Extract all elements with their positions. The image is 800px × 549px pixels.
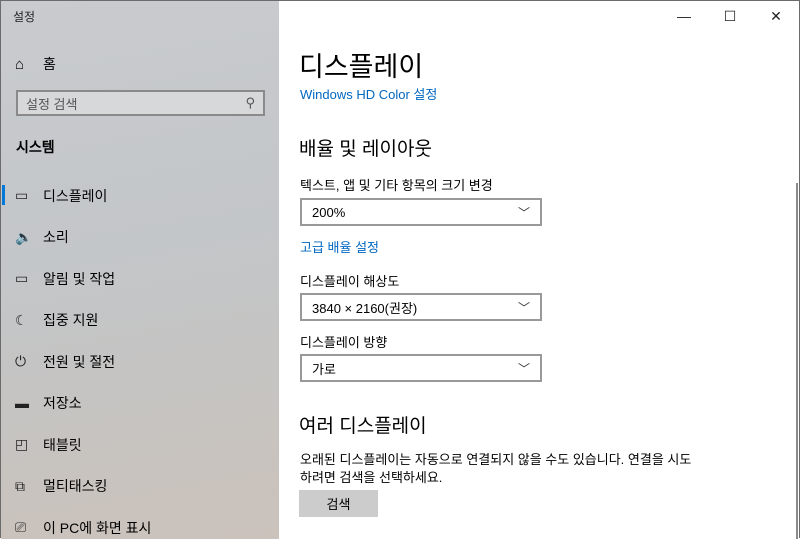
sidebar-item-display[interactable]: ▭ 디스플레이 — [1, 175, 279, 217]
sidebar-item-power[interactable]: ⏻ 전원 및 절전 — [1, 341, 279, 383]
orientation-label: 디스플레이 방향 — [300, 335, 388, 350]
scale-section-title: 배율 및 레이아웃 — [299, 139, 432, 160]
project-icon: ⎚ — [15, 519, 27, 536]
resolution-label: 디스플레이 해상도 — [300, 274, 400, 289]
monitor-icon: ▭ — [15, 187, 29, 204]
sidebar-item-label: 이 PC에 화면 표시 — [43, 519, 152, 536]
storage-icon: ▬ — [15, 395, 29, 412]
scrollbar[interactable] — [796, 183, 798, 539]
sidebar-item-label: 저장소 — [43, 395, 82, 412]
sidebar-item-multitasking[interactable]: ⧉ 멀티태스킹 — [1, 466, 279, 508]
sidebar-item-label: 태블릿 — [43, 436, 82, 453]
speaker-icon: 🔈 — [15, 228, 33, 245]
maximize-button[interactable]: ☐ — [707, 1, 753, 31]
sidebar-item-sound[interactable]: 🔈 소리 — [1, 217, 279, 259]
notification-icon: ▭ — [15, 270, 29, 287]
chevron-down-icon: ﹀ — [517, 361, 530, 376]
scale-label: 텍스트, 앱 및 기타 항목의 크기 변경 — [300, 178, 493, 193]
sidebar-item-label: 전원 및 절전 — [43, 353, 116, 370]
sidebar-item-label: 소리 — [43, 229, 69, 246]
resolution-dropdown[interactable]: 3840 × 2160(권장) ﹀ — [300, 293, 542, 321]
detect-button[interactable]: 검색 — [299, 490, 378, 517]
sidebar-item-project[interactable]: ⎚ 이 PC에 화면 표시 — [1, 507, 279, 549]
page-title: 디스플레이 — [299, 52, 424, 82]
multi-display-description: 오래된 디스플레이는 자동으로 연결되지 않을 수도 있습니다. 연결을 시도하… — [300, 452, 692, 485]
scale-value: 200% — [312, 204, 346, 220]
resolution-value: 3840 × 2160(권장) — [312, 300, 418, 316]
moon-icon: ☾ — [15, 311, 28, 328]
close-button[interactable]: ✕ — [753, 1, 799, 31]
search-placeholder: 설정 검색 — [26, 96, 78, 112]
sidebar-item-label: 집중 지원 — [43, 312, 99, 329]
orientation-dropdown[interactable]: 가로 ﹀ — [300, 354, 542, 382]
section-title: 시스템 — [16, 139, 55, 155]
multi-display-title: 여러 디스플레이 — [299, 416, 427, 437]
sidebar-item-label: 멀티태스킹 — [43, 478, 108, 495]
search-icon: ⚲ — [245, 95, 255, 110]
minimize-button[interactable]: — — [661, 1, 707, 31]
sidebar-item-storage[interactable]: ▬ 저장소 — [1, 383, 279, 425]
tablet-icon: ◰ — [15, 436, 29, 453]
orientation-value: 가로 — [312, 361, 336, 377]
power-icon: ⏻ — [15, 353, 27, 370]
app-title: 설정 — [13, 10, 36, 24]
multitasking-icon: ⧉ — [15, 477, 25, 494]
sidebar-item-focus-assist[interactable]: ☾ 집중 지원 — [1, 300, 279, 342]
chevron-down-icon: ﹀ — [517, 300, 530, 315]
sidebar-item-notifications[interactable]: ▭ 알림 및 작업 — [1, 258, 279, 300]
window-controls: — ☐ ✕ — [661, 1, 799, 31]
sidebar-item-label: 알림 및 작업 — [43, 270, 116, 287]
content-pane: — ☐ ✕ 디스플레이 Windows HD Color 설정 배율 및 레이아… — [279, 1, 799, 539]
sidebar-item-label: 디스플레이 — [43, 187, 108, 204]
sidebar-nav: ▭ 디스플레이 🔈 소리 ▭ 알림 및 작업 ☾ 집중 지원 ⏻ 전원 및 절전 ▬ 저장소… — [1, 175, 279, 549]
sidebar-item-tablet[interactable]: ◰ 태블릿 — [1, 424, 279, 466]
hd-color-link[interactable]: Windows HD Color 설정 — [300, 84, 437, 103]
settings-window: 설정 ⌂ 홈 설정 검색 ⚲ 시스템 ▭ 디스플레이 🔈 소리 ▭ 알림 및 작업 ☾… — [0, 0, 800, 539]
home-label: 홈 — [43, 56, 56, 72]
search-input[interactable]: 설정 검색 ⚲ — [16, 90, 265, 116]
chevron-down-icon: ﹀ — [517, 205, 530, 220]
home-icon: ⌂ — [15, 55, 25, 73]
advanced-scale-link[interactable]: 고급 배율 설정 — [300, 237, 379, 256]
sidebar-home[interactable]: ⌂ 홈 — [15, 54, 56, 74]
sidebar: 설정 ⌂ 홈 설정 검색 ⚲ 시스템 ▭ 디스플레이 🔈 소리 ▭ 알림 및 작업 ☾… — [1, 1, 279, 539]
scale-dropdown[interactable]: 200% ﹀ — [300, 198, 542, 226]
